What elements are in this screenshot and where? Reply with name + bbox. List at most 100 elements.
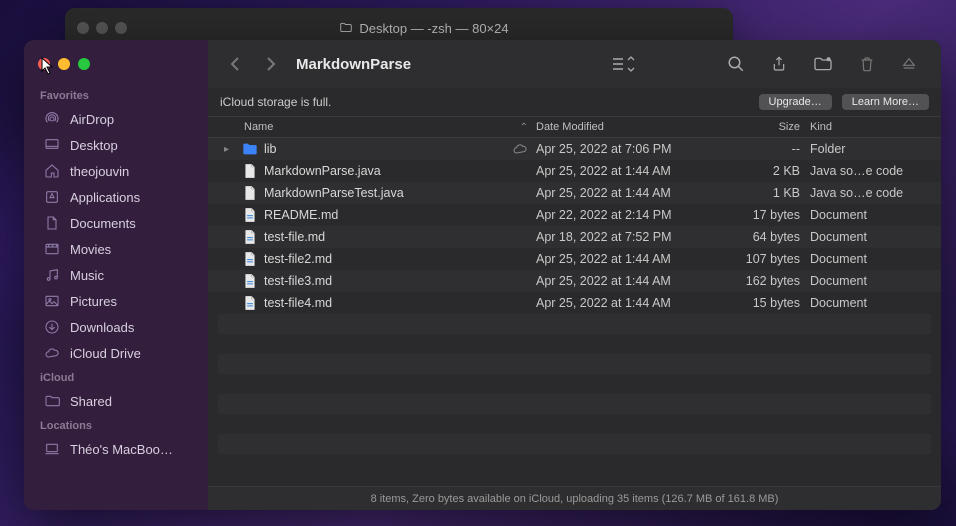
finder-window: FavoritesAirDropDesktoptheojouvinApplica… bbox=[24, 40, 941, 510]
file-date: Apr 25, 2022 at 1:44 AM bbox=[536, 296, 714, 310]
file-list: ▸libApr 25, 2022 at 7:06 PM--FolderMarkd… bbox=[208, 138, 941, 486]
file-name: test-file2.md bbox=[264, 252, 332, 266]
file-row[interactable]: test-file.md Apr 18, 2022 at 7:52 PM64 by… bbox=[208, 226, 941, 248]
file-icon bbox=[242, 273, 258, 289]
file-icon bbox=[242, 185, 258, 201]
movies-icon bbox=[44, 241, 60, 257]
sidebar-item-label: theojouvin bbox=[70, 164, 129, 179]
file-row[interactable]: MarkdownParse.java Apr 25, 2022 at 1:44 A… bbox=[208, 160, 941, 182]
learn-more-button[interactable]: Learn More… bbox=[842, 94, 929, 110]
maximize-button[interactable] bbox=[78, 58, 90, 70]
sidebar-item-label: Desktop bbox=[70, 138, 118, 153]
column-headers[interactable]: Name ⌃ Date Modified Size Kind bbox=[208, 117, 941, 138]
toolbar: MarkdownParse bbox=[208, 40, 941, 88]
banner-text: iCloud storage is full. bbox=[220, 95, 331, 109]
file-date: Apr 25, 2022 at 1:44 AM bbox=[536, 274, 714, 288]
forward-button[interactable] bbox=[256, 52, 284, 76]
file-name: MarkdownParse.java bbox=[264, 164, 381, 178]
sidebar: FavoritesAirDropDesktoptheojouvinApplica… bbox=[24, 40, 208, 510]
sidebar-item-label: Documents bbox=[70, 216, 136, 231]
col-name[interactable]: Name bbox=[244, 121, 273, 133]
file-date: Apr 22, 2022 at 2:14 PM bbox=[536, 208, 714, 222]
col-date[interactable]: Date Modified bbox=[536, 121, 714, 133]
sidebar-item-label: Downloads bbox=[70, 320, 134, 335]
file-name: MarkdownParseTest.java bbox=[264, 186, 404, 200]
file-size: 162 bytes bbox=[714, 274, 810, 288]
sidebar-section-label: Locations bbox=[24, 414, 208, 436]
sidebar-item-shared[interactable]: Shared bbox=[30, 388, 202, 414]
sort-indicator-icon: ⌃ bbox=[520, 122, 536, 133]
search-icon[interactable] bbox=[717, 51, 755, 77]
sidebar-item-label: Movies bbox=[70, 242, 111, 257]
file-icon bbox=[242, 251, 258, 267]
file-kind: Java so…e code bbox=[810, 164, 931, 178]
file-size: 2 KB bbox=[714, 164, 810, 178]
sidebar-item-theojouvin[interactable]: theojouvin bbox=[30, 158, 202, 184]
view-options-button[interactable] bbox=[603, 52, 645, 76]
sidebar-item-movies[interactable]: Movies bbox=[30, 236, 202, 262]
terminal-min[interactable] bbox=[96, 22, 108, 34]
file-kind: Document bbox=[810, 230, 931, 244]
icloud-banner: iCloud storage is full. Upgrade… Learn M… bbox=[208, 88, 941, 117]
minimize-button[interactable] bbox=[58, 58, 70, 70]
col-size[interactable]: Size bbox=[714, 121, 810, 133]
main-panel: MarkdownParse iCloud storage is bbox=[208, 40, 941, 510]
window-title: MarkdownParse bbox=[296, 56, 411, 73]
sidebar-item-label: Shared bbox=[70, 394, 112, 409]
empty-row bbox=[218, 374, 931, 394]
sidebar-item-downloads[interactable]: Downloads bbox=[30, 314, 202, 340]
file-row[interactable]: ▸libApr 25, 2022 at 7:06 PM--Folder bbox=[208, 138, 941, 160]
sidebar-item-label: Pictures bbox=[70, 294, 117, 309]
sidebar-item-pictures[interactable]: Pictures bbox=[30, 288, 202, 314]
file-icon bbox=[242, 163, 258, 179]
file-date: Apr 25, 2022 at 7:06 PM bbox=[536, 142, 714, 156]
terminal-max[interactable] bbox=[115, 22, 127, 34]
tags-icon[interactable] bbox=[803, 52, 843, 76]
file-size: 1 KB bbox=[714, 186, 810, 200]
house-icon bbox=[44, 163, 60, 179]
col-kind[interactable]: Kind bbox=[810, 121, 931, 133]
file-size: 64 bytes bbox=[714, 230, 810, 244]
file-icon bbox=[242, 295, 258, 311]
file-row[interactable]: test-file3.mdApr 25, 2022 at 1:44 AM162 … bbox=[208, 270, 941, 292]
sidebar-item-desktop[interactable]: Desktop bbox=[30, 132, 202, 158]
disclosure-icon[interactable]: ▸ bbox=[224, 144, 236, 155]
file-row[interactable]: README.md Apr 22, 2022 at 2:14 PM17 bytes… bbox=[208, 204, 941, 226]
empty-row bbox=[218, 394, 931, 414]
sidebar-item-icloud-drive[interactable]: iCloud Drive bbox=[30, 340, 202, 366]
back-button[interactable] bbox=[222, 52, 250, 76]
sidebar-section-label: iCloud bbox=[24, 366, 208, 388]
file-name: test-file4.md bbox=[264, 296, 332, 310]
file-size: 17 bytes bbox=[714, 208, 810, 222]
file-name: README.md bbox=[264, 208, 338, 222]
sidebar-item-label: iCloud Drive bbox=[70, 346, 141, 361]
file-row[interactable]: test-file4.mdApr 25, 2022 at 1:44 AM15 b… bbox=[208, 292, 941, 314]
file-date: Apr 25, 2022 at 1:44 AM bbox=[536, 164, 714, 178]
sidebar-item-th-o-s-macboo-[interactable]: Théo's MacBoo… bbox=[30, 436, 202, 462]
file-kind: Document bbox=[810, 274, 931, 288]
file-row[interactable]: MarkdownParseTest.javaApr 25, 2022 at 1:… bbox=[208, 182, 941, 204]
laptop-icon bbox=[44, 441, 60, 457]
terminal-close[interactable] bbox=[77, 22, 89, 34]
file-kind: Folder bbox=[810, 142, 931, 156]
airdrop-icon bbox=[44, 111, 60, 127]
sidebar-item-applications[interactable]: Applications bbox=[30, 184, 202, 210]
music-icon bbox=[44, 267, 60, 283]
file-date: Apr 18, 2022 at 7:52 PM bbox=[536, 230, 714, 244]
file-kind: Java so…e code bbox=[810, 186, 931, 200]
share-icon[interactable] bbox=[761, 51, 797, 77]
terminal-title: Desktop — -zsh — 80×24 bbox=[359, 21, 508, 36]
trash-icon[interactable] bbox=[849, 51, 885, 77]
file-name: test-file.md bbox=[264, 230, 325, 244]
file-row[interactable]: test-file2.mdApr 25, 2022 at 1:44 AM107 … bbox=[208, 248, 941, 270]
file-date: Apr 25, 2022 at 1:44 AM bbox=[536, 252, 714, 266]
sidebar-item-documents[interactable]: Documents bbox=[30, 210, 202, 236]
cursor-icon bbox=[41, 57, 55, 75]
sidebar-item-music[interactable]: Music bbox=[30, 262, 202, 288]
eject-icon[interactable] bbox=[891, 52, 927, 76]
upgrade-button[interactable]: Upgrade… bbox=[759, 94, 832, 110]
desktop-icon bbox=[44, 137, 60, 153]
cloud-icon bbox=[44, 345, 60, 361]
sidebar-item-airdrop[interactable]: AirDrop bbox=[30, 106, 202, 132]
sidebar-item-label: Théo's MacBoo… bbox=[70, 442, 173, 457]
